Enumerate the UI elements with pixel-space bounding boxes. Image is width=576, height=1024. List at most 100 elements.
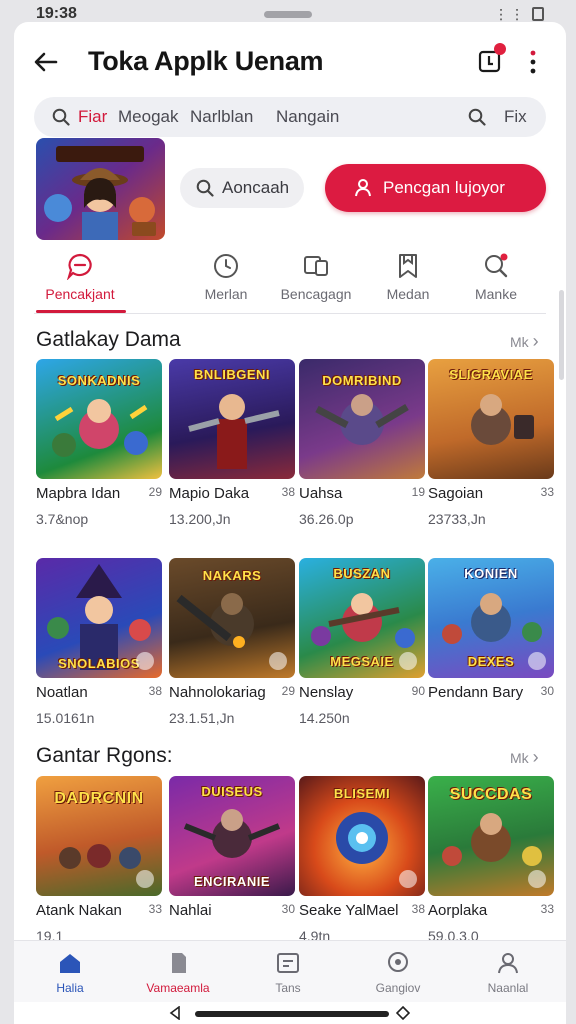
game-thumbnail: DOMRIBIND xyxy=(299,359,425,479)
nav-item-4[interactable]: Gangiov xyxy=(348,947,448,1003)
section-title-2: Gantar Rgons: xyxy=(36,744,173,767)
home-gesture-bar[interactable] xyxy=(195,1011,389,1017)
search-fix-label[interactable]: Fix xyxy=(504,107,527,127)
nav-item-3[interactable]: Tans xyxy=(238,947,338,1003)
nav-profile[interactable]: Naanlal xyxy=(458,947,558,1003)
tab-3[interactable]: Bencagagn xyxy=(266,248,366,314)
game-card[interactable]: KONIEN DEXES Pendann Bary 30 xyxy=(428,558,554,730)
search-icon xyxy=(196,179,214,197)
game-meta: 36.26.0p xyxy=(299,511,354,527)
game-meta: 13.200,Jn xyxy=(169,511,231,527)
game-name: Pendann Bary xyxy=(428,684,524,701)
search-filter-4[interactable]: Nangain xyxy=(276,107,339,127)
game-name: Nahnolokariag xyxy=(169,684,266,701)
game-name: Uahsa xyxy=(299,485,343,502)
clock-icon xyxy=(214,254,238,278)
battery-icon xyxy=(532,7,544,21)
game-name: Mapbra Idan xyxy=(36,485,121,502)
game-rank: 38 xyxy=(281,485,295,499)
game-rank: 38 xyxy=(411,902,425,916)
game-card[interactable]: BLISEMI Seake YalMael 38 4.9tn xyxy=(299,776,425,948)
game-thumbnail: BUSZAN MEGSAIE xyxy=(299,558,425,678)
game-card[interactable]: DOMRIBIND Uahsa 19 36.26.0p xyxy=(299,359,425,531)
notifications-button[interactable] xyxy=(476,43,506,76)
search-icon xyxy=(485,253,508,278)
game-name: Atank Nakan xyxy=(36,902,122,919)
section-1-more-label: Mk xyxy=(510,334,529,350)
back-arrow-icon[interactable] xyxy=(32,48,60,76)
game-thumbnail: DADRCNIN xyxy=(36,776,162,896)
search-filter-3[interactable]: Narlblan xyxy=(190,107,253,127)
game-thumbnail: BLISEMI xyxy=(299,776,425,896)
game-card[interactable]: BNLIBGENI Mapio Daka 38 13.200,Jn xyxy=(169,359,295,531)
game-name: Mapio Daka xyxy=(169,485,250,502)
section-2-more-label: Mk xyxy=(510,750,529,766)
home-icon xyxy=(60,954,80,973)
tab-2-label: Merlan xyxy=(204,286,248,302)
back-triangle-icon[interactable] xyxy=(168,1006,182,1020)
chevron-right-icon: › xyxy=(532,747,539,767)
game-card[interactable]: NAKARS Nahnolokariag 29 23.1.51,Jn xyxy=(169,558,295,730)
nav-item-3-label: Tans xyxy=(275,981,301,995)
game-thumbnail: SONKADNIS xyxy=(36,359,162,479)
game-card[interactable]: SLIGRAVIAE Sagoian 33 23733,Jn xyxy=(428,359,554,531)
game-meta: 14.250n xyxy=(299,710,350,726)
game-rank: 33 xyxy=(148,902,162,916)
play-badge-icon xyxy=(399,652,417,670)
game-banner: NAKARS xyxy=(202,568,262,583)
nav-item-4-label: Gangiov xyxy=(375,981,421,995)
primary-action-button[interactable]: Pencgan lujoyor xyxy=(325,164,546,212)
game-banner: SONKADNIS xyxy=(57,373,141,388)
game-card[interactable]: SONKADNIS Mapbra Idan 29 3.7&nop xyxy=(36,359,162,531)
tab-1[interactable]: Pencakjant xyxy=(30,248,130,314)
featured-game-image[interactable] xyxy=(36,138,165,240)
nav-item-2[interactable]: Vamaeamla xyxy=(128,947,228,1003)
chevron-right-icon: › xyxy=(532,331,539,351)
game-banner: SUCCDAS xyxy=(449,786,533,803)
scrollbar[interactable] xyxy=(559,290,564,380)
game-meta: 3.7&nop xyxy=(36,511,89,527)
recents-icon[interactable] xyxy=(396,1006,410,1020)
tab-2[interactable]: Merlan xyxy=(176,248,276,314)
game-card[interactable]: DADRCNIN Atank Nakan 33 19.1 xyxy=(36,776,162,948)
game-card[interactable]: BUSZAN MEGSAIE Nenslay 90 14.250n xyxy=(299,558,425,730)
section-1-more[interactable]: Mk › xyxy=(510,331,539,352)
play-badge-icon xyxy=(136,652,154,670)
game-banner: BUSZAN xyxy=(333,566,391,581)
chat-icon xyxy=(66,253,92,280)
game-name: Aorplaka xyxy=(428,902,488,919)
tab-4[interactable]: Medan xyxy=(358,248,458,314)
game-rank: 30 xyxy=(281,902,295,916)
game-card[interactable]: DUISEUS ENCIRANIE Nahlai 30 xyxy=(169,776,295,948)
game-card[interactable]: SUCCDAS Aorplaka 33 59.0.3.0 xyxy=(428,776,554,948)
game-meta: 15.0161n xyxy=(36,710,95,726)
game-rank: 33 xyxy=(540,485,554,499)
bottom-navigation: Halia Vamaeamla Tans Gangiov Naanlal xyxy=(14,940,566,1002)
person-icon xyxy=(355,179,371,197)
section-2-more[interactable]: Mk › xyxy=(510,747,539,768)
bookmark-icon xyxy=(399,254,417,278)
section-title-1: Gatlakay Dama xyxy=(36,328,181,351)
search-filter-2[interactable]: Meogak xyxy=(118,107,178,127)
game-name: Sagoian xyxy=(428,485,484,502)
nav-home[interactable]: Halia xyxy=(20,947,120,1003)
more-vert-icon[interactable] xyxy=(524,48,542,76)
search-filter-1[interactable]: Fiar xyxy=(78,107,107,127)
search-icon[interactable] xyxy=(468,108,486,126)
game-banner: BLISEMI xyxy=(333,786,391,801)
game-banner: DADRCNIN xyxy=(54,790,144,807)
game-thumbnail: DUISEUS ENCIRANIE xyxy=(169,776,295,896)
game-meta: 23733,Jn xyxy=(428,511,486,527)
game-card[interactable]: SNOLABIOS Noatlan 38 15.0161n xyxy=(36,558,162,730)
game-rank: 90 xyxy=(411,684,425,698)
app-title: Toka Applk Uenam xyxy=(88,46,324,76)
game-rank: 19 xyxy=(411,485,425,499)
tab-5[interactable]: Manke xyxy=(446,248,546,314)
app-card: Toka Applk Uenam Fiar Meogak Narlblan Na… xyxy=(14,22,566,1024)
search-icon xyxy=(52,108,70,126)
game-banner: SLIGRAVIAE xyxy=(449,367,533,382)
search-chip[interactable]: Aoncaah xyxy=(180,168,304,208)
play-badge-icon xyxy=(528,870,546,888)
search-bar[interactable]: Fiar Meogak Narlblan Nangain Fix xyxy=(34,97,546,137)
game-banner: KONIEN xyxy=(464,566,518,581)
